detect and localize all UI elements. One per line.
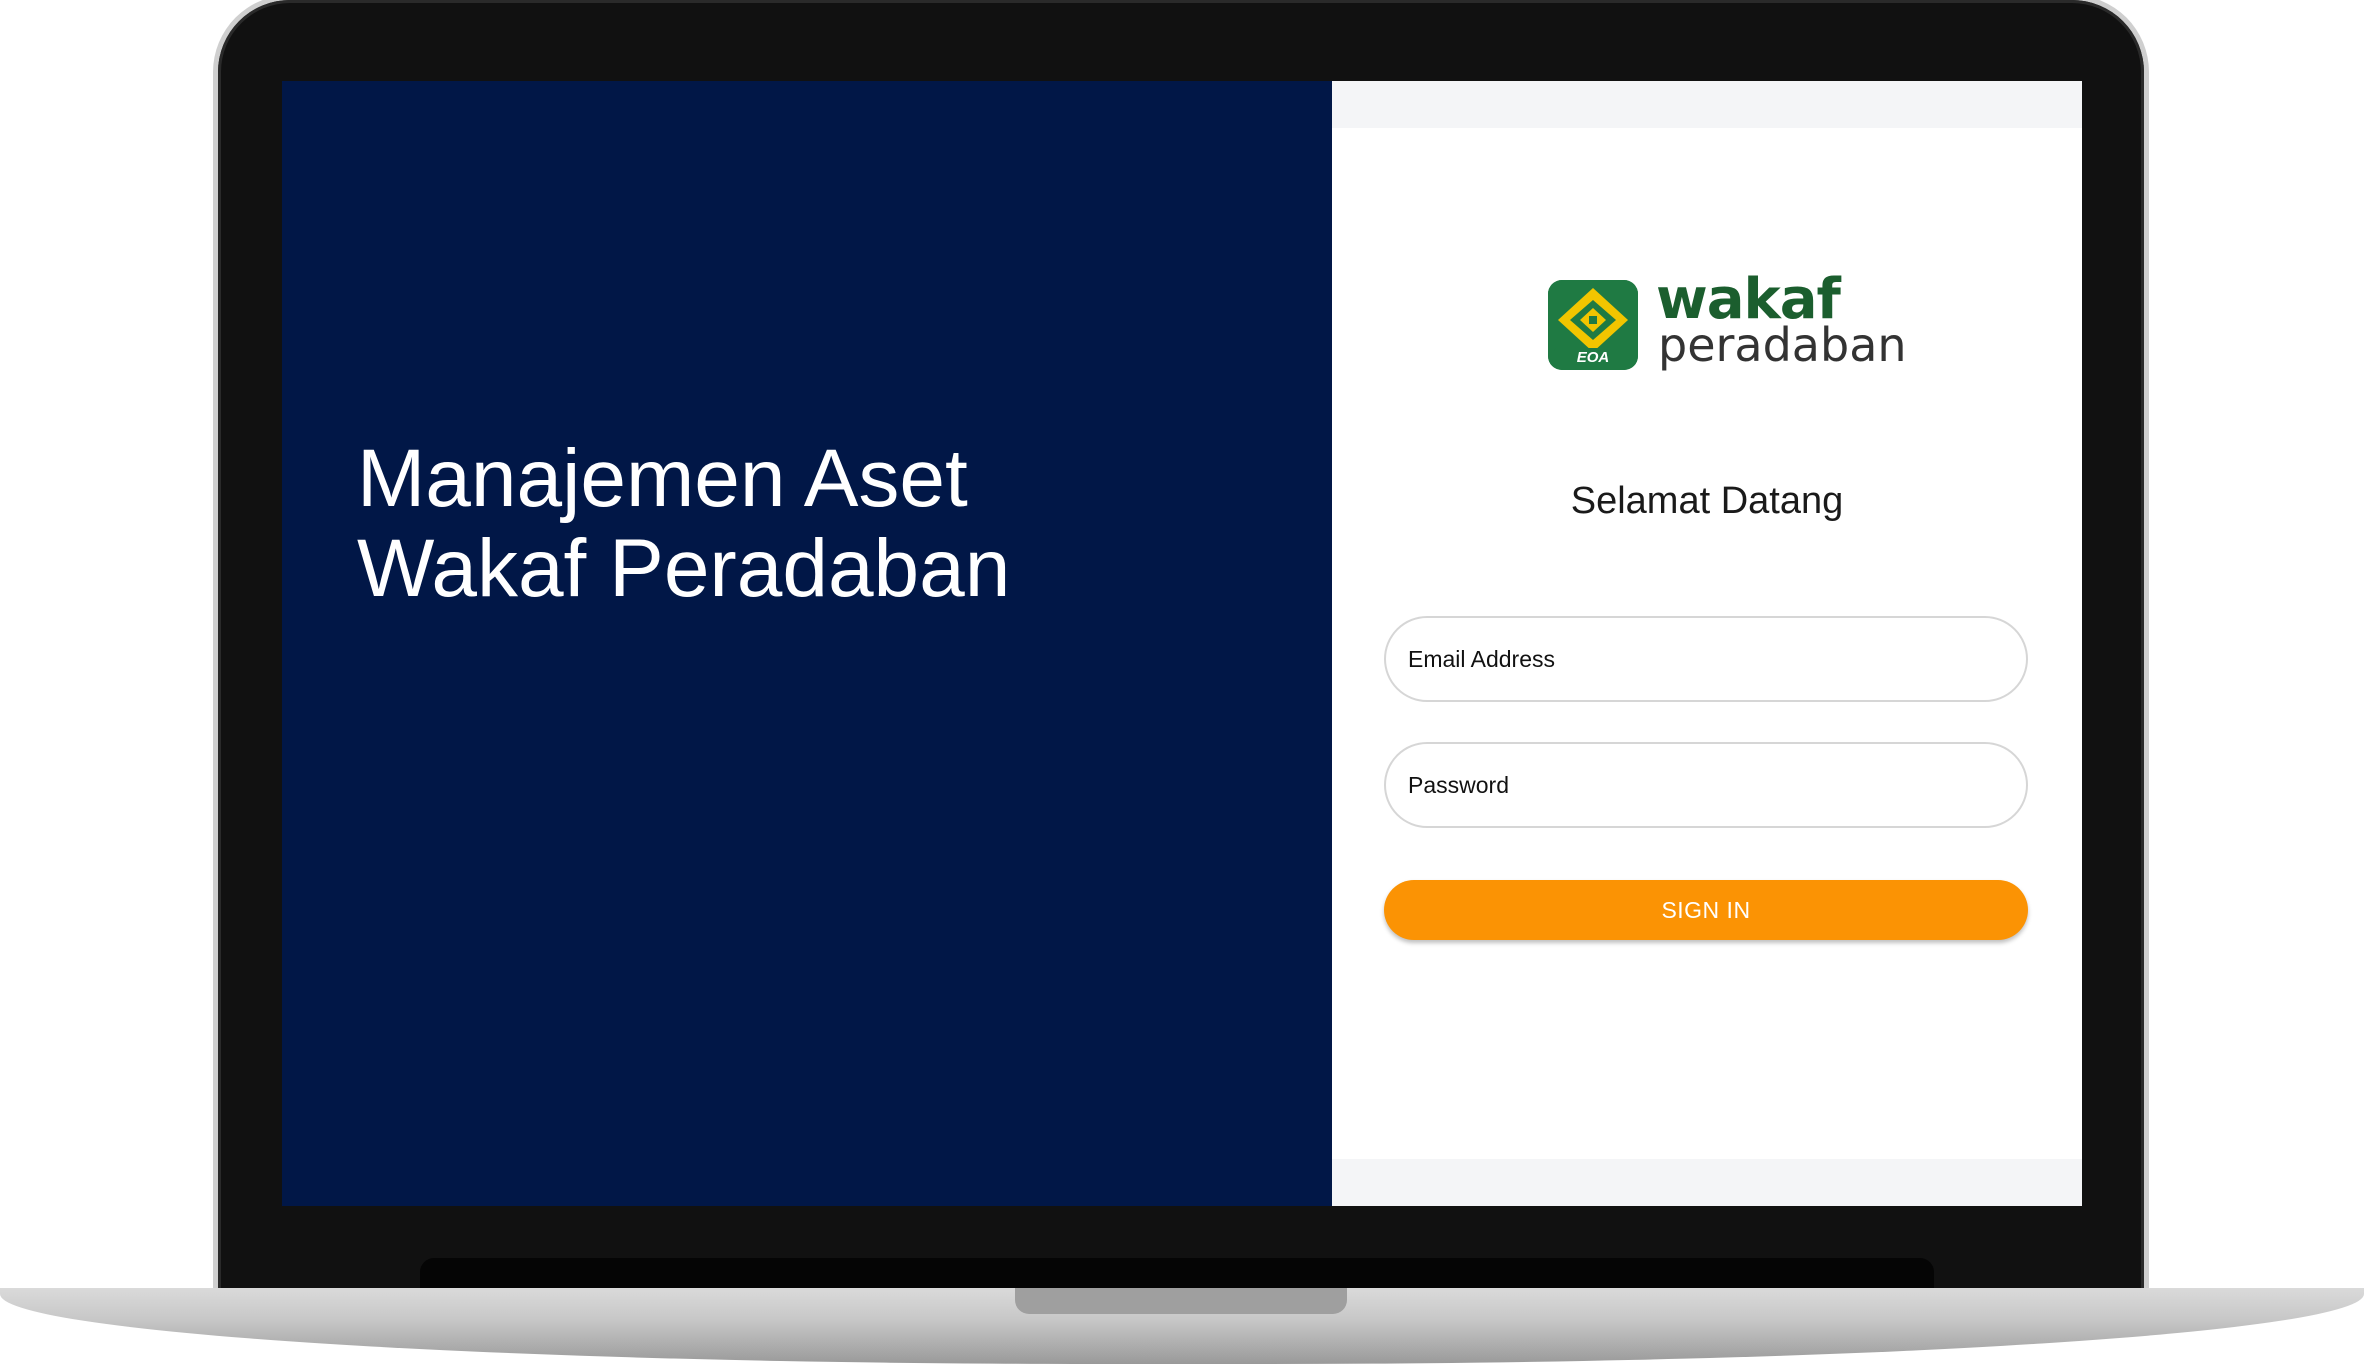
laptop-screen: Manajemen Aset Wakaf Peradaban EOA wakaf… bbox=[282, 81, 2082, 1206]
brand-logo: EOA wakaf peradaban bbox=[1548, 268, 1907, 376]
hero-title-line-2: Wakaf Peradaban bbox=[357, 523, 1011, 614]
email-field[interactable] bbox=[1384, 616, 2028, 702]
hero-title: Manajemen Aset Wakaf Peradaban bbox=[357, 434, 1307, 614]
logo-wordmark-peradaban: peradaban bbox=[1658, 318, 1907, 372]
password-field[interactable] bbox=[1384, 742, 2028, 828]
sign-in-button[interactable]: SIGN IN bbox=[1384, 880, 2028, 940]
wakaf-peradaban-logo-icon: EOA bbox=[1548, 280, 1638, 370]
hero-panel: Manajemen Aset Wakaf Peradaban bbox=[282, 81, 1332, 1206]
hero-title-line-1: Manajemen Aset bbox=[357, 433, 968, 524]
login-card: EOA wakaf peradaban Selamat Datang SIGN … bbox=[1332, 128, 2082, 1159]
login-panel: EOA wakaf peradaban Selamat Datang SIGN … bbox=[1332, 81, 2082, 1206]
logo-badge-text: EOA bbox=[1577, 349, 1610, 366]
laptop-mockup: Manajemen Aset Wakaf Peradaban EOA wakaf… bbox=[0, 0, 2364, 1364]
welcome-heading: Selamat Datang bbox=[1570, 480, 1844, 522]
laptop-base-notch bbox=[1015, 1288, 1347, 1314]
